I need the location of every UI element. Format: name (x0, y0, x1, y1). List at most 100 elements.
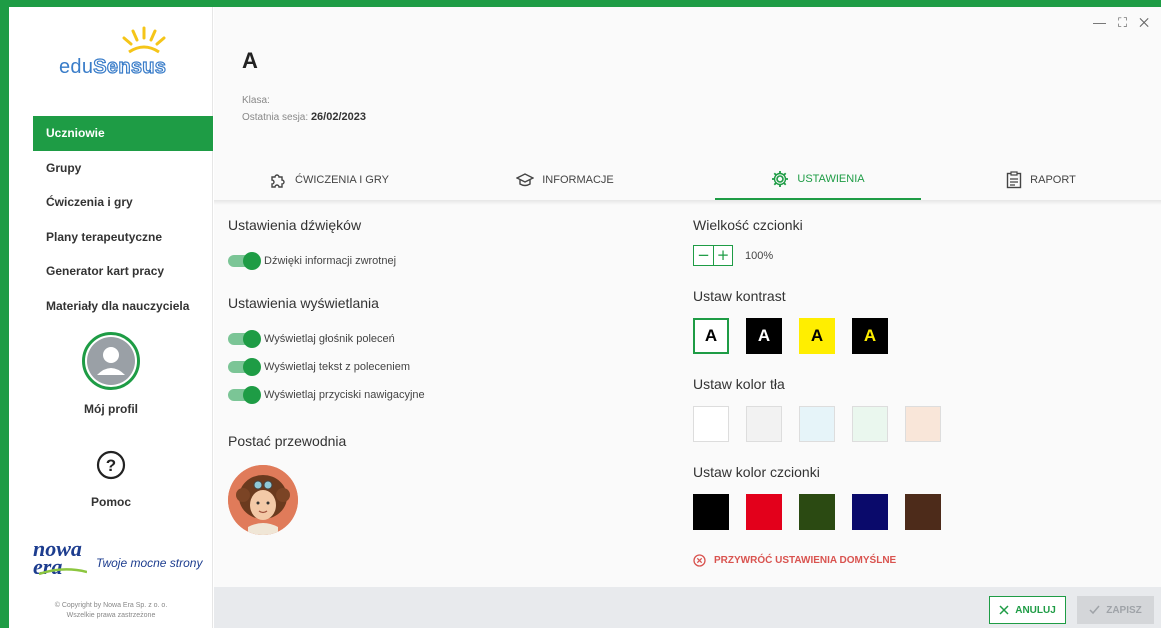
sidebar-item-materialy-dla-nauczyciela[interactable]: Materiały dla nauczyciela (33, 289, 213, 324)
footer-bar: ANULUJ ZAPISZ (214, 587, 1161, 628)
sidebar: eduSensus Uczniowie Grupy Ćwiczenia i gr… (9, 7, 213, 628)
copyright-line: Wszelkie prawa zastrzeżone (66, 612, 156, 619)
background-color-swatch[interactable] (799, 406, 835, 442)
toggle-label: Dźwięki informacji zwrotnej (264, 255, 397, 267)
sidebar-nav: Uczniowie Grupy Ćwiczenia i gry Plany te… (33, 116, 213, 323)
toggle-instruction-text[interactable]: Wyświetlaj tekst z poleceniem (228, 353, 658, 381)
background-color-swatch[interactable] (852, 406, 888, 442)
main-content: —⛶✕ A Klasa: Ostatnia sesja: 26/02/2023 … (214, 7, 1161, 628)
settings-right-column: Wielkość czcionki − + 100% Ustaw kontras… (693, 217, 1153, 567)
increase-font-button[interactable]: + (713, 246, 732, 265)
user-icon (87, 337, 135, 385)
sidebar-item-cwiczenia-i-gry[interactable]: Ćwiczenia i gry (33, 185, 213, 220)
tab-cwiczenia-i-gry[interactable]: ĆWICZENIA I GRY (216, 160, 442, 200)
toggle-label: Wyświetlaj tekst z poleceniem (264, 361, 411, 373)
toggle-switch[interactable] (228, 386, 261, 404)
sound-settings-title: Ustawienia dźwięków (228, 217, 362, 233)
help-link[interactable]: ? Pomoc (9, 450, 213, 509)
contrast-option[interactable]: A (852, 318, 888, 354)
svg-text:?: ? (106, 456, 116, 475)
toggle-switch[interactable] (228, 330, 261, 348)
tab-informacje[interactable]: INFORMACJE (442, 160, 688, 200)
reset-defaults-button[interactable]: PRZYWRÓĆ USTAWIENIA DOMYŚLNE (693, 554, 1153, 567)
student-name: A (242, 48, 258, 73)
font-color-swatch[interactable] (905, 494, 941, 530)
font-color-options (693, 494, 1153, 530)
cancel-label: ANULUJ (1015, 604, 1056, 616)
toggle-label: Wyświetlaj głośnik poleceń (264, 333, 395, 345)
help-icon[interactable]: ? (96, 450, 126, 480)
sidebar-item-uczniowie[interactable]: Uczniowie (33, 116, 213, 151)
brand-slogan: Twoje mocne strony (96, 556, 203, 570)
tab-bar: ĆWICZENIA I GRY INFORMACJE USTAWIENIA RA… (214, 160, 1161, 200)
cancel-button[interactable]: ANULUJ (989, 596, 1066, 624)
settings-left-column: Ustawienia dźwięków Dźwięki informacji z… (228, 217, 658, 535)
font-size-value: 100% (745, 249, 774, 262)
close-icon (999, 605, 1009, 615)
logo-wordmark: eduSensus (59, 55, 167, 78)
maximize-icon[interactable]: ⛶ (1118, 15, 1139, 30)
last-session-label: Ostatnia sesja: (242, 112, 309, 123)
background-color-swatch[interactable] (693, 406, 729, 442)
sun-icon (122, 26, 166, 54)
font-color-swatch[interactable] (852, 494, 888, 530)
tab-label: ĆWICZENIA I GRY (295, 174, 389, 186)
contrast-option[interactable]: A (799, 318, 835, 354)
save-label: ZAPISZ (1106, 604, 1142, 616)
toggle-feedback-sounds[interactable]: Dźwięki informacji zwrotnej (228, 247, 658, 275)
font-color-swatch[interactable] (693, 494, 729, 530)
profile-link[interactable]: Mój profil (9, 332, 213, 416)
help-label[interactable]: Pomoc (9, 495, 213, 509)
close-circle-icon (693, 554, 706, 567)
avatar[interactable] (82, 332, 140, 390)
last-session-value: 26/02/2023 (310, 111, 366, 123)
sidebar-item-plany-terapeutyczne[interactable]: Plany terapeutyczne (33, 220, 213, 255)
tab-raport[interactable]: RAPORT (921, 160, 1161, 200)
check-icon (1089, 605, 1100, 615)
tab-label: RAPORT (1030, 174, 1076, 186)
class-label: Klasa: (242, 95, 270, 106)
copyright: © Copyright by Nowa Era Sp. z o. o. Wsze… (9, 601, 213, 621)
contrast-title: Ustaw kontrast (693, 288, 786, 304)
background-color-title: Ustaw kolor tła (693, 376, 785, 392)
font-size-stepper: − + (693, 245, 733, 266)
contrast-option[interactable]: A (693, 318, 729, 354)
tab-label: INFORMACJE (542, 174, 614, 186)
guide-character-avatar[interactable] (228, 465, 298, 535)
contrast-options: AAAA (693, 318, 1153, 354)
contrast-option[interactable]: A (746, 318, 782, 354)
minimize-icon[interactable]: — (1093, 15, 1118, 30)
sidebar-item-grupy[interactable]: Grupy (33, 151, 213, 186)
background-color-swatch[interactable] (746, 406, 782, 442)
font-size-title: Wielkość czcionki (693, 217, 803, 233)
font-color-swatch[interactable] (746, 494, 782, 530)
edusensus-logo[interactable]: eduSensus (47, 25, 187, 85)
font-size-control: − + 100% (693, 245, 1153, 266)
close-icon[interactable]: ✕ (1139, 15, 1161, 30)
student-meta: Klasa: Ostatnia sesja: 26/02/2023 (242, 92, 366, 126)
profile-label[interactable]: Mój profil (9, 402, 213, 416)
toggle-switch[interactable] (228, 252, 261, 270)
tab-ustawienia[interactable]: USTAWIENIA (715, 160, 921, 200)
font-color-title: Ustaw kolor czcionki (693, 464, 820, 480)
nowa-era-logo: nowa era Twoje mocne strony (33, 538, 203, 580)
puzzle-icon (271, 174, 285, 188)
clipboard-icon (1006, 171, 1022, 189)
toggle-navigation-buttons[interactable]: Wyświetlaj przyciski nawigacyjne (228, 381, 658, 409)
save-button[interactable]: ZAPISZ (1077, 596, 1154, 624)
background-color-swatch[interactable] (905, 406, 941, 442)
divider (214, 200, 1161, 205)
copyright-line: © Copyright by Nowa Era Sp. z o. o. (54, 602, 168, 609)
toggle-label: Wyświetlaj przyciski nawigacyjne (264, 389, 425, 401)
font-color-swatch[interactable] (799, 494, 835, 530)
guide-character-title: Postać przewodnia (228, 433, 347, 449)
decrease-font-button[interactable]: − (694, 246, 713, 265)
gear-icon (772, 171, 789, 187)
sidebar-item-generator-kart-pracy[interactable]: Generator kart pracy (33, 254, 213, 289)
student-header: —⛶✕ A Klasa: Ostatnia sesja: 26/02/2023 … (214, 7, 1161, 205)
toggle-speaker[interactable]: Wyświetlaj głośnik poleceń (228, 325, 658, 353)
toggle-switch[interactable] (228, 358, 261, 376)
app-window: eduSensus Uczniowie Grupy Ćwiczenia i gr… (9, 7, 1161, 628)
tab-label: USTAWIENIA (797, 173, 865, 185)
reset-label: PRZYWRÓĆ USTAWIENIA DOMYŚLNE (714, 555, 897, 566)
